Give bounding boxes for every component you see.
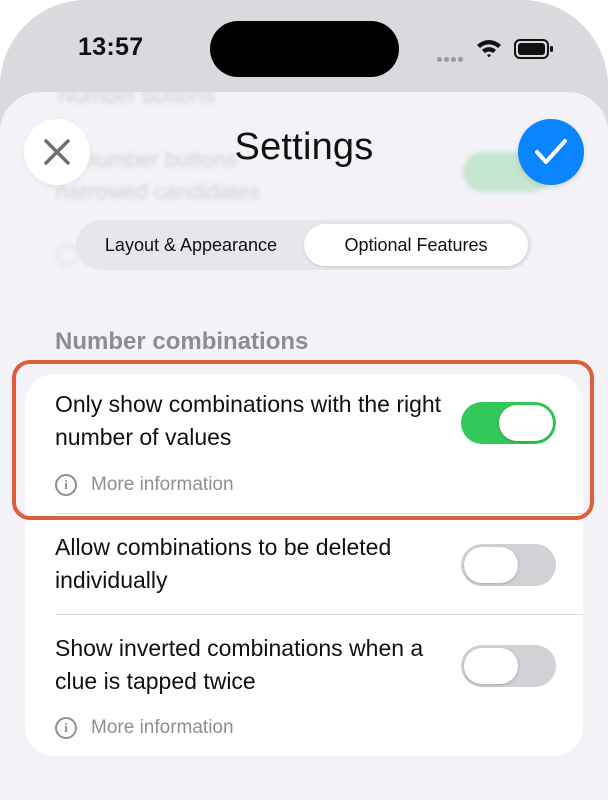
more-information-label: More information — [91, 717, 234, 738]
toggle-inverted-combinations[interactable] — [461, 645, 556, 687]
device-frame: 13:57 Number buttons number buttons narr… — [0, 0, 608, 800]
dynamic-island — [210, 21, 399, 77]
section-header: Number combinations — [55, 328, 309, 355]
highlight-annotation — [12, 360, 594, 520]
divider — [55, 614, 583, 615]
more-information-link[interactable]: i More information — [55, 717, 234, 739]
setting-label-delete-individually: Allow combinations to be deleted individ… — [55, 534, 392, 593]
toggle-delete-individually[interactable] — [461, 544, 556, 586]
done-button[interactable] — [518, 119, 584, 185]
status-time: 13:57 — [78, 33, 144, 61]
ghost-text: narrowed candidates — [56, 179, 261, 204]
checkmark-icon — [535, 139, 567, 164]
wifi-icon — [476, 38, 502, 63]
status-bar: 13:57 — [0, 0, 608, 90]
setting-label-inverted-combinations: Show inverted combinations when a clue i… — [55, 635, 424, 694]
tab-layout-appearance[interactable]: Layout & Appearance — [80, 224, 302, 266]
cellular-signal-icon — [437, 49, 465, 67]
tab-optional-features[interactable]: Optional Features — [304, 224, 528, 266]
page-title: Settings — [234, 126, 374, 168]
battery-icon — [514, 39, 554, 64]
settings-category-tabs: Layout & Appearance Optional Features — [76, 220, 532, 270]
ghost-info-icon — [56, 244, 78, 266]
ghost-text: Number buttons — [58, 92, 215, 108]
info-icon: i — [55, 717, 77, 739]
